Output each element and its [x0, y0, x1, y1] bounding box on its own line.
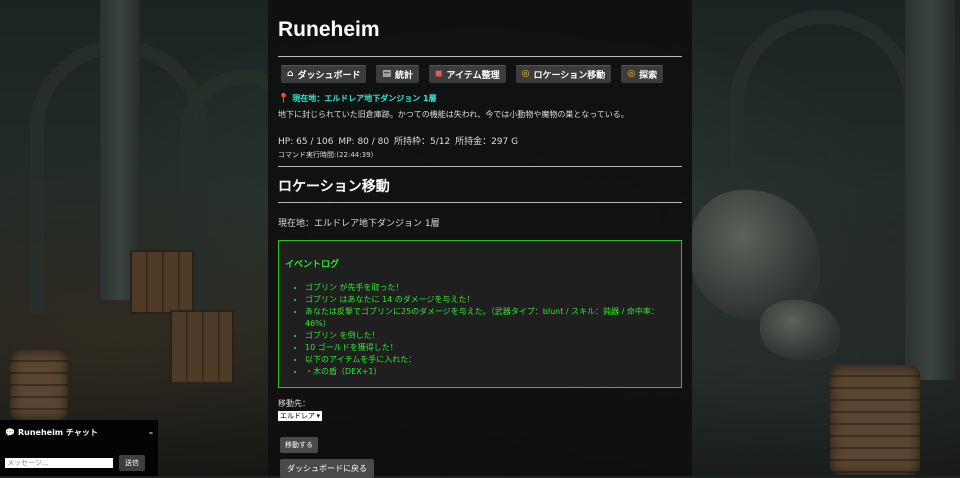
chat-widget: 💬 Runeheim チャット – メッセージ... 送信	[0, 420, 158, 476]
barrel	[830, 365, 920, 475]
dashboard-label: ダッシュボード	[297, 70, 361, 81]
compass-icon: ◎	[627, 69, 636, 79]
divider	[278, 56, 682, 57]
scroll-icon: ▤	[382, 69, 391, 79]
move-button[interactable]: 移動する	[280, 437, 318, 453]
location-move-label: ロケーション移動	[533, 70, 606, 81]
divider	[278, 202, 682, 203]
chat-title: Runeheim チャット	[17, 428, 98, 437]
crate	[130, 250, 194, 314]
location-move-button[interactable]: ◎ ロケーション移動	[515, 65, 612, 83]
dashboard-button[interactable]: ⌂ ダッシュボード	[281, 65, 367, 83]
pin-icon: 📍	[278, 93, 290, 104]
compass-icon: ◎	[521, 69, 530, 79]
hp-value: HP: 65 / 106	[278, 137, 334, 147]
current-location-label: 現在地：エルドレア地下ダンジョン 1層	[292, 94, 437, 103]
command-time: コマンド実行時間:(22:44:39)	[278, 151, 374, 159]
destination-select[interactable]: エルドレア ▾	[278, 411, 322, 421]
current-location-line: 📍 現在地：エルドレア地下ダンジョン 1層	[278, 93, 682, 104]
log-entry: ゴブリン を倒した！	[305, 330, 675, 342]
back-to-dashboard-button[interactable]: ダッシュボードに戻る	[280, 459, 374, 478]
chat-header: 💬 Runeheim チャット –	[5, 427, 153, 438]
divider	[278, 166, 682, 167]
log-entry: あなたは反撃でゴブリンに25のダメージを与えた。（武器タイプ：blunt / ス…	[305, 306, 675, 330]
stats-button[interactable]: ▤ 統計	[376, 65, 419, 83]
speech-bubble-icon: 💬	[5, 428, 15, 437]
log-entry: 10 ゴールドを獲得した！	[305, 342, 675, 354]
item-organize-button[interactable]: ◼ アイテム整理	[429, 65, 506, 83]
stone-pillar-right	[905, 0, 955, 380]
event-log-title: イベントログ	[285, 260, 340, 270]
slots-value: 所持枠：5/12	[393, 137, 451, 147]
current-location-text: 現在地：エルドレア地下ダンジョン 1層	[278, 219, 440, 229]
barrel	[10, 350, 68, 420]
log-entry: 以下のアイテムを手に入れた：	[305, 354, 675, 366]
chat-send-button[interactable]: 送信	[119, 455, 145, 471]
chat-minimize-button[interactable]: –	[149, 428, 153, 437]
location-description: 地下に封じられていた旧倉庫跡。かつての機能は失われ、今では小動物や魔物の巣となっ…	[278, 110, 629, 119]
explore-button[interactable]: ◎ 探索	[621, 65, 664, 83]
event-log: イベントログ ゴブリン が先手を取った！ ゴブリン はあなたに 14 のダメージ…	[278, 240, 682, 388]
house-icon: ⌂	[287, 69, 294, 79]
nav-bar: ⌂ ダッシュボード ▤ 統計 ◼ アイテム整理 ◎ ロケーション移動 ◎ 探索	[278, 65, 682, 83]
chevron-down-icon: ▾	[316, 412, 320, 420]
log-entry: ゴブリン が先手を取った！	[305, 282, 675, 294]
status-line: HP: 65 / 106 MP: 80 / 80 所持枠：5/12 所持金：29…	[278, 134, 682, 147]
stats-label: 統計	[394, 70, 413, 81]
crate	[170, 310, 234, 384]
gold-value: 所持金：297 G	[455, 137, 519, 147]
boulder	[760, 300, 840, 360]
app-title: Runeheim	[278, 18, 380, 41]
section-title: ロケーション移動	[278, 178, 390, 194]
event-log-list: ゴブリン が先手を取った！ ゴブリン はあなたに 14 のダメージを与えた！ あ…	[285, 282, 675, 378]
log-entry: ・木の盾（DEX+1）	[305, 366, 675, 378]
chat-title-wrap: 💬 Runeheim チャット	[5, 427, 98, 438]
explore-label: 探索	[639, 70, 658, 81]
backpack-icon: ◼	[435, 69, 443, 79]
main-panel: Runeheim ⌂ ダッシュボード ▤ 統計 ◼ アイテム整理 ◎ ロケーショ…	[268, 0, 692, 478]
chat-input-row: メッセージ... 送信	[5, 455, 153, 471]
chat-message-input[interactable]: メッセージ...	[5, 458, 113, 468]
item-organize-label: アイテム整理	[446, 70, 500, 81]
mp-value: MP: 80 / 80	[338, 137, 390, 147]
destination-label: 移動先：	[278, 399, 310, 408]
log-entry: ゴブリン はあなたに 14 のダメージを与えた！	[305, 294, 675, 306]
destination-selected: エルドレア	[280, 412, 315, 420]
